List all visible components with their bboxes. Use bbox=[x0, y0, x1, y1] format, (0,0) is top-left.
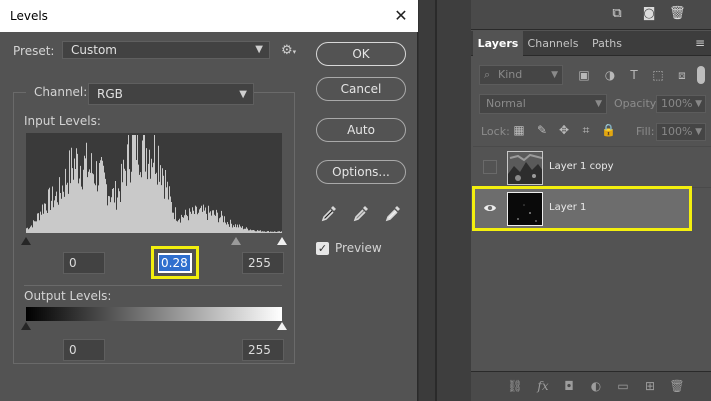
blend-mode-value: Normal bbox=[486, 97, 526, 110]
input-gamma-value: 0.28 bbox=[159, 255, 190, 271]
channel-select[interactable]: RGB ▼ bbox=[88, 83, 254, 105]
chevron-down-icon: ▼ bbox=[595, 99, 602, 109]
dialog-title: Levels bbox=[10, 9, 48, 23]
gray-eyedropper-icon[interactable] bbox=[352, 204, 370, 222]
tab-layers[interactable]: Layers bbox=[473, 31, 523, 56]
layer-filter-placeholder: Kind bbox=[498, 68, 523, 81]
input-white-field[interactable]: 255 bbox=[242, 252, 284, 274]
options-button[interactable]: Options... bbox=[316, 160, 406, 184]
input-gamma-handle[interactable] bbox=[230, 237, 241, 245]
dialog-titlebar: Levels ✕ bbox=[0, 0, 418, 32]
type-filter-icon[interactable]: T bbox=[627, 68, 641, 82]
lock-position-icon[interactable]: ✥ bbox=[557, 123, 571, 137]
panel-tabs: Layers Channels Paths ≡ bbox=[471, 31, 711, 56]
black-eyedropper-icon[interactable] bbox=[320, 204, 338, 222]
opacity-value: 100% bbox=[661, 97, 693, 110]
layer-copy-thumbnail-image bbox=[508, 152, 542, 184]
layer-filter-select[interactable]: ⌕ Kind ▼ bbox=[479, 65, 563, 85]
highlight-annotation bbox=[472, 186, 692, 231]
preset-value: Custom bbox=[71, 43, 117, 57]
folder-icon[interactable]: ▭ bbox=[615, 378, 631, 394]
tab-channels[interactable]: Channels bbox=[525, 31, 581, 56]
histogram bbox=[26, 133, 282, 233]
output-white-field[interactable]: 255 bbox=[242, 339, 284, 361]
white-eyedropper-icon[interactable] bbox=[384, 204, 402, 222]
fx-icon[interactable]: fx bbox=[535, 378, 551, 394]
trash-icon[interactable]: 🗑 bbox=[669, 378, 685, 394]
panel-top-toolbar: ⧉ ◙ 🗑 bbox=[471, 0, 711, 30]
visibility-toggle-empty[interactable] bbox=[483, 160, 497, 174]
tab-paths[interactable]: Paths bbox=[583, 31, 631, 56]
filter-toggle-switch[interactable] bbox=[697, 66, 705, 84]
lock-transparent-icon[interactable]: ▦ bbox=[512, 123, 526, 137]
add-icon[interactable]: ⧉ bbox=[609, 7, 625, 21]
output-levels-label: Output Levels: bbox=[24, 289, 112, 303]
panel-menu-icon[interactable]: ≡ bbox=[695, 37, 705, 49]
layer-thumbnail bbox=[507, 151, 543, 185]
input-white-point-handle[interactable] bbox=[277, 237, 287, 245]
lock-label: Lock: bbox=[481, 125, 510, 138]
input-gamma-field[interactable]: 0.28 bbox=[158, 253, 192, 273]
histogram-graph bbox=[26, 135, 282, 233]
divider bbox=[24, 285, 282, 286]
lock-artboard-icon[interactable]: ⌗ bbox=[579, 123, 593, 137]
layer-row[interactable]: Layer 1 copy bbox=[473, 146, 711, 188]
output-black-point-handle[interactable] bbox=[21, 322, 31, 330]
adjustment-filter-icon[interactable]: ◑ bbox=[603, 68, 617, 82]
lock-all-icon[interactable]: 🔒 bbox=[601, 123, 616, 137]
auto-button[interactable]: Auto bbox=[316, 118, 406, 142]
fill-label: Fill: bbox=[636, 125, 655, 138]
pixel-filter-icon[interactable]: ▣ bbox=[577, 68, 591, 82]
channel-label: Channel: bbox=[26, 85, 94, 99]
output-black-field[interactable]: 0 bbox=[63, 339, 105, 361]
cancel-button[interactable]: Cancel bbox=[316, 77, 406, 101]
panel-bottom-toolbar: ⛓ fx ◘ ◐ ▭ ⊞ 🗑 bbox=[471, 371, 711, 401]
chevron-down-icon: ▼ bbox=[255, 44, 263, 55]
new-layer-icon[interactable]: ⊞ bbox=[642, 378, 658, 394]
input-levels-slider[interactable] bbox=[21, 237, 287, 245]
input-black-point-handle[interactable] bbox=[21, 237, 31, 245]
output-levels-slider[interactable] bbox=[21, 322, 287, 330]
opacity-label: Opacity: bbox=[614, 97, 660, 110]
adjustment-layer-icon[interactable]: ◐ bbox=[588, 378, 604, 394]
settings-gear-icon[interactable]: ⚙▾ bbox=[281, 43, 296, 58]
mask-icon[interactable]: ◘ bbox=[561, 378, 577, 394]
shape-filter-icon[interactable]: ⬚ bbox=[651, 68, 665, 82]
preview-checkbox[interactable]: ✓ bbox=[316, 242, 329, 255]
workspace-gap bbox=[419, 0, 435, 401]
lock-brush-icon[interactable]: ✎ bbox=[535, 123, 549, 137]
opacity-field[interactable]: 100% ▼ bbox=[656, 95, 706, 113]
smart-object-filter-icon[interactable]: ⧈ bbox=[675, 68, 689, 82]
fill-field[interactable]: 100% ▼ bbox=[656, 123, 706, 141]
blend-mode-select[interactable]: Normal ▼ bbox=[479, 94, 607, 114]
fill-value: 100% bbox=[661, 125, 693, 138]
close-icon[interactable]: ✕ bbox=[390, 5, 412, 27]
input-black-field[interactable]: 0 bbox=[63, 252, 105, 274]
ok-button[interactable]: OK bbox=[316, 42, 406, 66]
preset-select[interactable]: Custom ▼ bbox=[62, 41, 270, 59]
output-white-point-handle[interactable] bbox=[277, 322, 287, 330]
panel-dock-edge bbox=[437, 0, 471, 401]
chevron-down-icon: ▼ bbox=[239, 89, 247, 100]
input-levels-label: Input Levels: bbox=[24, 114, 101, 128]
chevron-down-icon: ▼ bbox=[695, 127, 702, 137]
chevron-down-icon: ▼ bbox=[695, 99, 702, 109]
chevron-down-icon: ▼ bbox=[551, 70, 558, 80]
layer-name: Layer 1 copy bbox=[549, 161, 614, 172]
search-icon: ⌕ bbox=[484, 68, 491, 81]
channel-value: RGB bbox=[97, 87, 123, 101]
trash-icon[interactable]: 🗑 bbox=[669, 7, 686, 21]
levels-dialog: Levels ✕ Preset: Custom ▼ ⚙▾ Channel: RG… bbox=[0, 0, 418, 401]
camera-icon[interactable]: ◙ bbox=[641, 7, 657, 21]
preview-label: Preview bbox=[335, 241, 382, 255]
preset-label: Preset: bbox=[13, 44, 55, 58]
link-icon[interactable]: ⛓ bbox=[507, 378, 523, 394]
output-levels-gradient bbox=[26, 307, 282, 321]
